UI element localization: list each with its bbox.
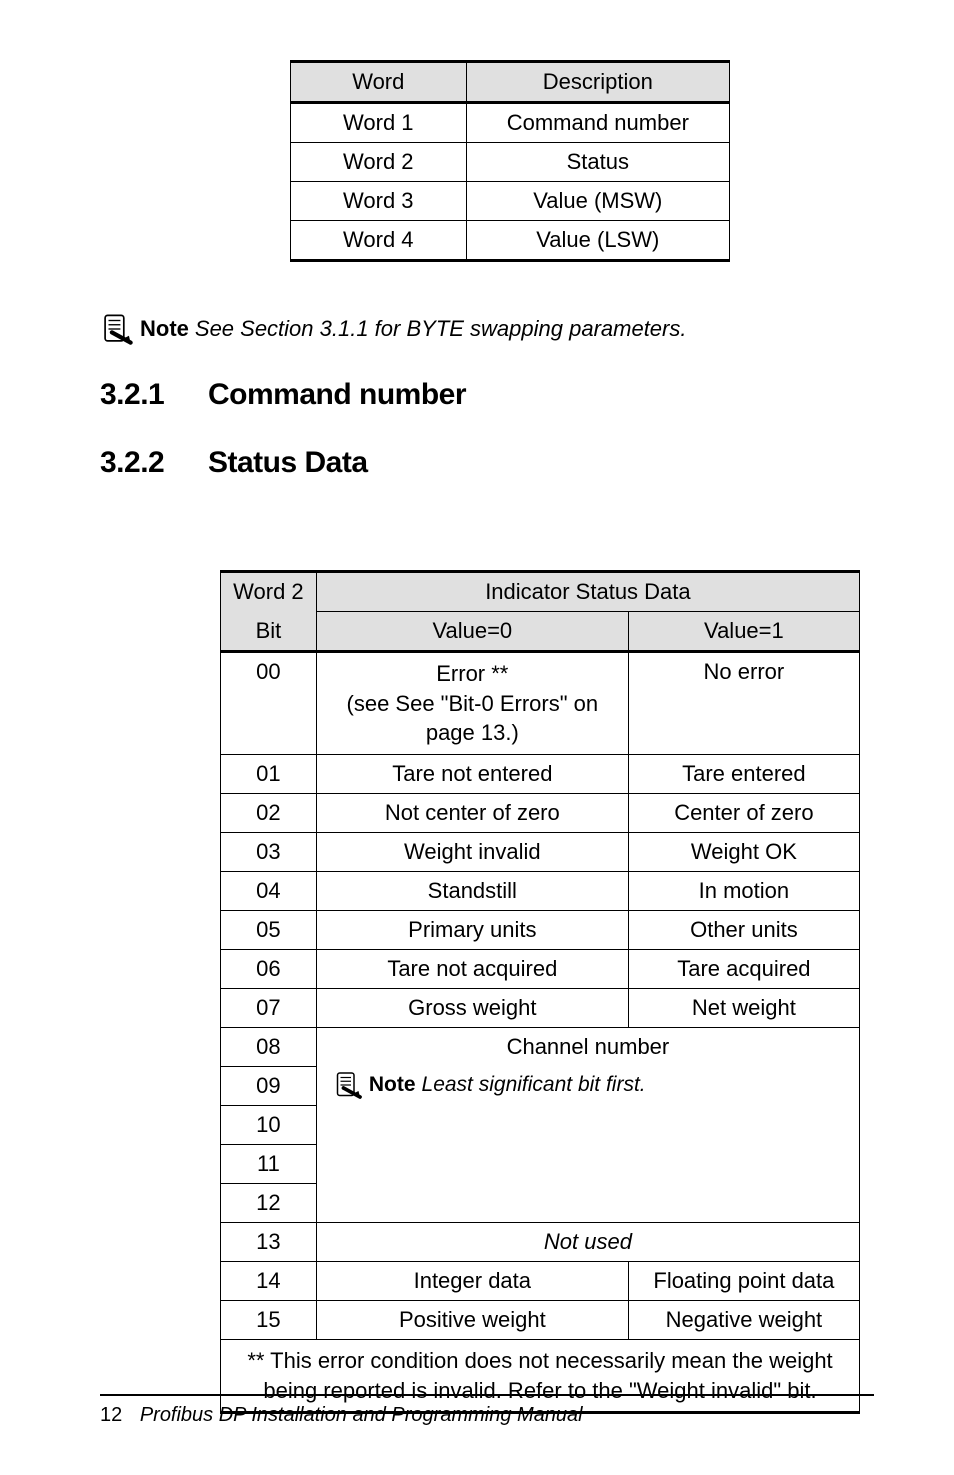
table2-super-header: Indicator Status Data <box>316 572 859 612</box>
cell-value1: Weight OK <box>628 833 859 872</box>
cell-value0: Tare not acquired <box>316 950 628 989</box>
cell-value1: Center of zero <box>628 794 859 833</box>
status-data-table-wrap: Word 2 Indicator Status Data Bit Value=0… <box>220 570 874 1414</box>
table-row: 15 Positive weight Negative weight <box>221 1301 860 1340</box>
table-row: 01 Tare not entered Tare entered <box>221 755 860 794</box>
table-row: 00 Error ** (see See "Bit-0 Errors" on p… <box>221 652 860 755</box>
cell-value1: Other units <box>628 911 859 950</box>
note-label: Note <box>369 1073 416 1097</box>
table-row: 02 Not center of zero Center of zero <box>221 794 860 833</box>
cell-value1: Floating point data <box>628 1262 859 1301</box>
table-row: 13 Not used <box>221 1223 860 1262</box>
table-row: 03 Weight invalid Weight OK <box>221 833 860 872</box>
table1-header-word: Word <box>291 62 467 103</box>
cell-bit: 03 <box>221 833 317 872</box>
cell-line: page 13.) <box>426 720 519 745</box>
cell-line: (see See "Bit-0 Errors" on <box>347 691 599 716</box>
note-lsb-first: Note Least significant bit first. <box>327 1070 849 1100</box>
cell-bit: 15 <box>221 1301 317 1340</box>
cell-value0: Weight invalid <box>316 833 628 872</box>
table2-header-value0: Value=0 <box>316 612 628 652</box>
cell-not-used: Not used <box>316 1223 859 1262</box>
table-row: Word 2 Status <box>291 143 730 182</box>
cell-bit: 12 <box>221 1184 317 1223</box>
cell-bit: 14 <box>221 1262 317 1301</box>
cell-bit: 07 <box>221 989 317 1028</box>
page-footer: 12 Profibus DP Installation and Programm… <box>100 1394 874 1427</box>
cell-value0: Gross weight <box>316 989 628 1028</box>
cell-value1: Negative weight <box>628 1301 859 1340</box>
cell-bit: 10 <box>221 1106 317 1145</box>
cell-bit: 05 <box>221 911 317 950</box>
note-icon <box>333 1070 363 1100</box>
cell-bit: 02 <box>221 794 317 833</box>
cell-bit: 06 <box>221 950 317 989</box>
table-row: 04 Standstill In motion <box>221 872 860 911</box>
cell: Word 1 <box>291 103 467 143</box>
heading-number: 3.2.2 <box>100 446 180 480</box>
table-row: 08 Channel number Note Least s <box>221 1028 860 1067</box>
cell-bit: 09 <box>221 1067 317 1106</box>
note-text: Least significant bit first. <box>422 1073 646 1097</box>
cell-value0: Integer data <box>316 1262 628 1301</box>
cell-value0: Positive weight <box>316 1301 628 1340</box>
word-description-table-wrap: Word Description Word 1 Command number W… <box>290 60 874 262</box>
heading-command-number: 3.2.1 Command number <box>100 378 874 412</box>
cell-value1: Tare acquired <box>628 950 859 989</box>
table-row: 06 Tare not acquired Tare acquired <box>221 950 860 989</box>
cell-value1: No error <box>628 652 859 755</box>
table1-header-description: Description <box>466 62 729 103</box>
table-row: Word 3 Value (MSW) <box>291 182 730 221</box>
cell-value1: Tare entered <box>628 755 859 794</box>
note-icon <box>100 312 134 346</box>
cell: Status <box>466 143 729 182</box>
table2-corner-bottom: Bit <box>221 612 317 652</box>
table2-corner-top: Word 2 <box>221 572 317 612</box>
cell-line: Error ** <box>436 661 508 686</box>
cell: Word 3 <box>291 182 467 221</box>
table-row: 07 Gross weight Net weight <box>221 989 860 1028</box>
cell-value1: In motion <box>628 872 859 911</box>
table2-header-value1: Value=1 <box>628 612 859 652</box>
heading-status-data: 3.2.2 Status Data <box>100 446 874 480</box>
note-label: Note <box>140 316 189 342</box>
channel-number-cell: Channel number Note Least significant bi… <box>316 1028 859 1223</box>
heading-title: Command number <box>208 378 466 412</box>
note-text: See Section 3.1.1 for BYTE swapping para… <box>195 316 687 342</box>
channel-number-label: Channel number <box>327 1034 849 1060</box>
heading-number: 3.2.1 <box>100 378 180 412</box>
cell-value0: Standstill <box>316 872 628 911</box>
table-row: 14 Integer data Floating point data <box>221 1262 860 1301</box>
cell-bit: 08 <box>221 1028 317 1067</box>
page-number: 12 <box>100 1404 122 1427</box>
cell: Value (MSW) <box>466 182 729 221</box>
cell-value0: Primary units <box>316 911 628 950</box>
footer-title: Profibus DP Installation and Programming… <box>140 1404 583 1426</box>
cell: Word 2 <box>291 143 467 182</box>
cell-value0: Error ** (see See "Bit-0 Errors" on page… <box>316 652 628 755</box>
table-row: Word 4 Value (LSW) <box>291 221 730 261</box>
cell-bit: 04 <box>221 872 317 911</box>
cell-value1: Net weight <box>628 989 859 1028</box>
cell: Value (LSW) <box>466 221 729 261</box>
word-description-table: Word Description Word 1 Command number W… <box>290 60 730 262</box>
cell: Command number <box>466 103 729 143</box>
cell-bit: 13 <box>221 1223 317 1262</box>
table-row: 05 Primary units Other units <box>221 911 860 950</box>
cell-value0: Not center of zero <box>316 794 628 833</box>
cell-bit: 11 <box>221 1145 317 1184</box>
heading-title: Status Data <box>208 446 368 480</box>
cell-bit: 01 <box>221 755 317 794</box>
table-row: Word 1 Command number <box>291 103 730 143</box>
status-data-table: Word 2 Indicator Status Data Bit Value=0… <box>220 570 860 1414</box>
note-byte-swapping: Note See Section 3.1.1 for BYTE swapping… <box>100 312 874 346</box>
cell-bit: 00 <box>221 652 317 755</box>
cell: Word 4 <box>291 221 467 261</box>
cell-value0: Tare not entered <box>316 755 628 794</box>
footnote-line: ** This error condition does not necessa… <box>247 1348 832 1373</box>
